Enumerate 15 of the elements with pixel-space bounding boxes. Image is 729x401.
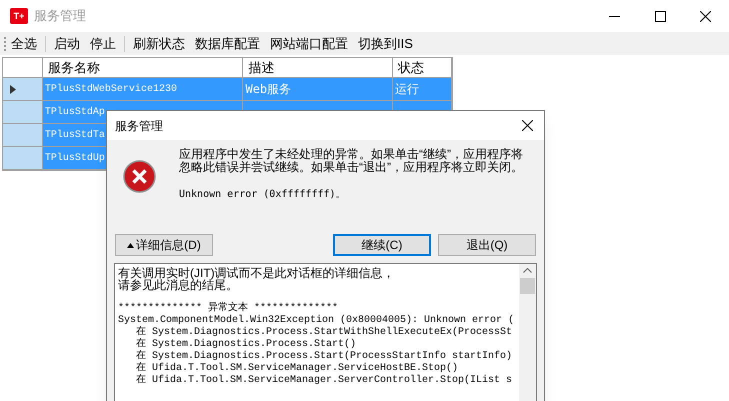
details-line: System.ComponentModel.Win32Exception (0x80004005): Unknown error ( <box>118 315 514 326</box>
details-line: 在 System.Diagnostics.Process.Start(ProcessStartInfo startInfo) <box>135 351 512 362</box>
details-line: 有关调用实时(JIT)调试而不是此对话框的详细信息， <box>118 267 395 279</box>
app-logo: T+ <box>10 8 28 24</box>
table-cell: Web服务 <box>243 78 394 100</box>
details-line: 在 Ufida.T.Tool.SM.ServiceManager.ServerController.Stop(IList s <box>135 375 512 387</box>
details-line: 在 System.Diagnostics.Process.Start() <box>135 339 356 350</box>
error-code: Unknown error (0xffffffff)。 <box>179 188 347 202</box>
table-cell: 运行 <box>393 78 452 100</box>
details-line: 请参见此消息的结尾。 <box>118 279 238 291</box>
window-title: 服务管理 <box>34 7 86 26</box>
details-line: 在 System.Diagnostics.Process.StartWithShellExecuteEx(ProcessSt <box>135 327 512 338</box>
table-cell: TPlusStdWebService1230 <box>42 78 244 100</box>
details-line: 在 Ufida.T.Tool.SM.ServiceManager.ServiceHostBE.Stop() <box>135 363 458 374</box>
details-line: ************** 异常文本 ************** <box>118 303 338 314</box>
